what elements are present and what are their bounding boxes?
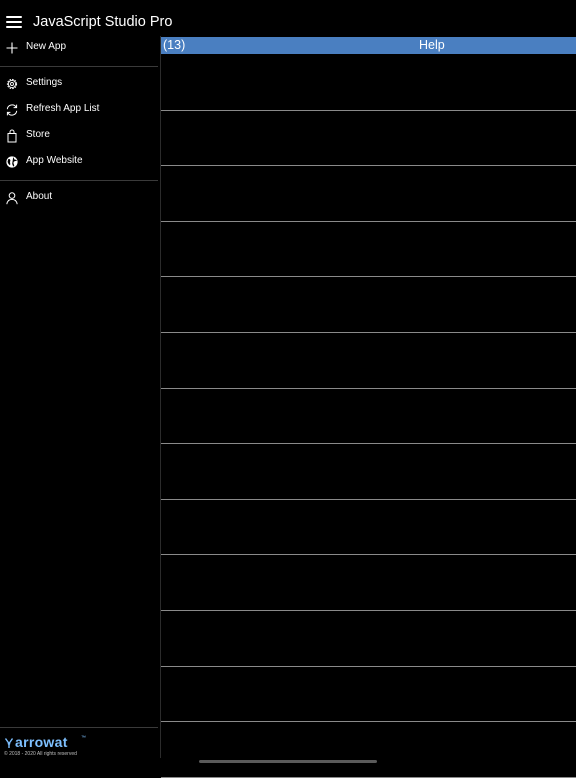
sidebar-item-label: New App <box>26 41 67 52</box>
person-icon <box>6 192 18 205</box>
app-title: JavaScript Studio Pro <box>33 14 173 30</box>
sidebar-item-store[interactable]: Store <box>0 125 158 147</box>
sidebar-item-label: Refresh App List <box>26 103 100 114</box>
list-row-separator <box>161 110 576 111</box>
refresh-icon <box>6 104 18 116</box>
plus-icon <box>6 42 18 54</box>
hamburger-menu-icon[interactable] <box>6 16 22 30</box>
sidebar-item-label: About <box>26 191 53 202</box>
list-row-separator <box>161 610 576 611</box>
sidebar-item-label: Store <box>26 129 50 140</box>
help-button[interactable]: Help <box>419 38 445 52</box>
trademark-mark: ™ <box>81 735 86 741</box>
sidebar-item-label: App Website <box>26 155 83 166</box>
list-row-separator <box>161 388 576 389</box>
list-row-separator <box>161 443 576 444</box>
app-count: (13) <box>163 38 186 52</box>
list-row-separator <box>161 332 576 333</box>
sidebar-item-settings[interactable]: Settings <box>0 73 158 95</box>
arrowat-logo-icon <box>4 738 14 748</box>
list-row-separator <box>161 721 576 722</box>
sidebar-item-new-app[interactable]: New App <box>0 37 158 59</box>
list-row-separator <box>161 554 576 555</box>
list-row-separator <box>161 276 576 277</box>
title-bar: JavaScript Studio Pro <box>0 0 576 40</box>
brand-name: arrowat <box>15 734 68 750</box>
copyright-text: © 2018 - 2020 All rights reserved <box>4 751 77 757</box>
sidebar-item-app-website[interactable]: App Website <box>0 151 158 173</box>
list-header: (13) Help <box>161 37 576 54</box>
sidebar-divider <box>0 180 158 181</box>
list-row-separator <box>161 221 576 222</box>
list-row-separator <box>161 165 576 166</box>
sidebar-item-about[interactable]: About <box>0 187 158 209</box>
home-indicator <box>199 760 377 763</box>
gear-icon <box>6 78 18 90</box>
list-row-separator <box>161 666 576 667</box>
sidebar-item-label: Settings <box>26 77 63 88</box>
sidebar-divider <box>0 66 158 67</box>
sidebar: New App Settings Refresh App List Store … <box>0 36 161 758</box>
list-row-separator <box>161 499 576 500</box>
globe-icon <box>6 156 18 168</box>
app-list-panel: (13) Help <box>161 37 576 778</box>
shopping-bag-icon <box>7 129 17 143</box>
sidebar-item-refresh-app-list[interactable]: Refresh App List <box>0 99 158 121</box>
brand-footer: arrowat ™ © 2018 - 2020 All rights reser… <box>0 727 158 759</box>
